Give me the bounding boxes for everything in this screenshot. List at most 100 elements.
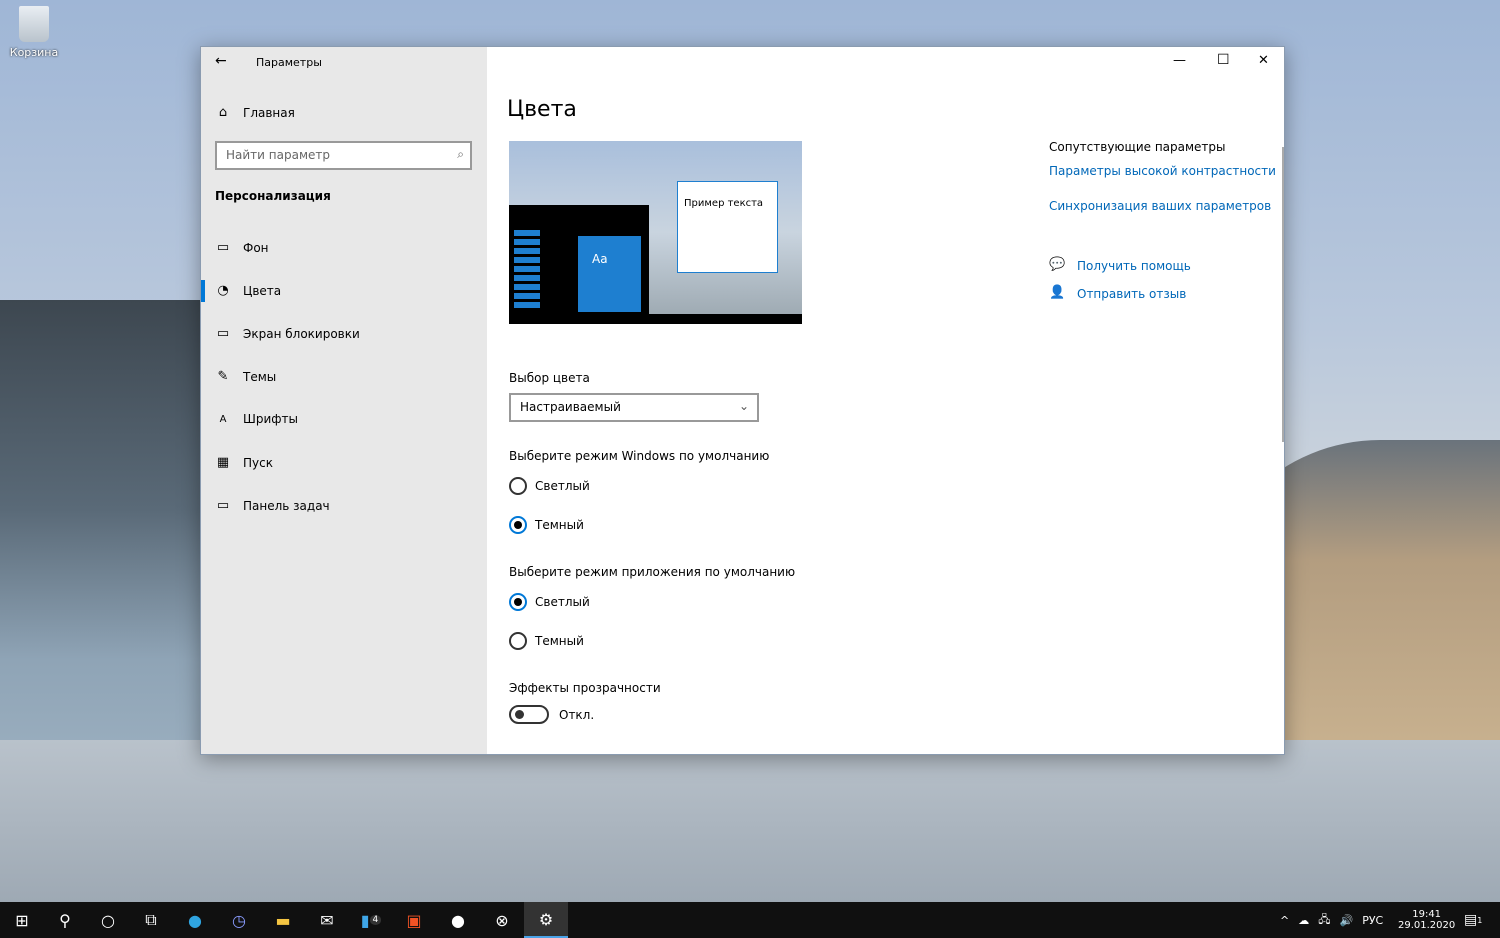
edge-icon[interactable]: ● — [173, 902, 217, 938]
app-mode-light[interactable]: Светлый — [509, 593, 590, 611]
sidebar-item-taskbar[interactable]: ▭ Панель задач — [215, 498, 330, 513]
item-label: Экран блокировки — [243, 326, 360, 341]
preview-start-menu: Aa — [509, 205, 649, 324]
preview-tile: Aa — [577, 235, 642, 313]
high-contrast-link[interactable]: Параметры высокой контрастности — [1049, 164, 1276, 178]
transparency-toggle[interactable] — [509, 705, 549, 724]
feedback-icon: 👤 — [1049, 285, 1066, 300]
sync-settings-link[interactable]: Синхронизация ваших параметров — [1049, 199, 1271, 213]
radio-label: Светлый — [535, 595, 590, 609]
xbox-icon[interactable]: ⊗ — [480, 902, 524, 938]
help-icon: 💬 — [1049, 257, 1066, 272]
sidebar-item-background[interactable]: ▭ Фон — [215, 240, 269, 255]
radio-label: Темный — [535, 518, 584, 532]
app-mode-dark[interactable]: Темный — [509, 632, 584, 650]
lock-screen-icon: ▭ — [216, 326, 230, 341]
notification-center-icon[interactable]: ▤ 1 — [1464, 902, 1482, 938]
recycle-bin[interactable]: Корзина — [8, 6, 60, 59]
fonts-icon: A — [219, 413, 227, 425]
sidebar-item-lock-screen[interactable]: ▭ Экран блокировки — [215, 326, 360, 341]
home-icon: ⌂ — [218, 105, 228, 120]
sidebar-item-themes[interactable]: ✎ Темы — [215, 369, 277, 384]
phone-icon[interactable]: ▮ 4 — [349, 902, 393, 938]
chevron-down-icon: ⌄ — [738, 399, 749, 413]
preview-window: Пример текста — [677, 181, 778, 273]
home-label: Главная — [243, 105, 295, 120]
store-icon[interactable]: ▣ — [392, 902, 436, 938]
preview-start-list — [514, 230, 540, 310]
onedrive-icon[interactable]: ☁ — [1298, 914, 1309, 927]
cortana-button[interactable]: ○ — [86, 902, 130, 938]
system-tray: ^ ☁ 🖧 🔊 РУС — [1280, 902, 1383, 938]
color-choice-label: Выбор цвета — [509, 371, 590, 385]
volume-icon[interactable]: 🔊 — [1339, 914, 1353, 927]
start-icon: ▦ — [216, 455, 230, 470]
image-icon: ▭ — [216, 240, 230, 255]
transparency-value: Откл. — [559, 708, 595, 722]
sidebar: ← Параметры ⌂ Главная Найти параметр ⌕ Пер… — [201, 47, 487, 754]
app-mode-label: Выберите режим приложения по умолчанию — [509, 565, 796, 579]
taskbar-icon: ▭ — [216, 498, 230, 513]
selection-indicator — [201, 280, 205, 302]
recycle-bin-icon — [19, 6, 49, 42]
sidebar-item-colors[interactable]: ◔ Цвета — [215, 283, 281, 298]
get-help-link[interactable]: Получить помощь — [1077, 259, 1191, 273]
windows-mode-dark[interactable]: Темный — [509, 516, 584, 534]
dropdown-value: Настраиваемый — [520, 400, 621, 414]
app-icon[interactable]: ● — [436, 902, 480, 938]
themes-icon: ✎ — [217, 369, 229, 384]
search-icon: ⌕ — [457, 147, 464, 161]
page-title: Цвета — [507, 97, 577, 122]
sidebar-item-fonts[interactable]: A Шрифты — [215, 412, 298, 426]
radio-icon — [509, 477, 527, 495]
time: 19:41 — [1412, 909, 1442, 920]
network-icon[interactable]: 🖧 — [1318, 911, 1330, 930]
windows-mode-label: Выберите режим Windows по умолчанию — [509, 449, 770, 463]
radio-label: Светлый — [535, 479, 590, 493]
back-button[interactable]: ← — [215, 53, 227, 69]
radio-icon — [509, 632, 527, 650]
speedtest-icon[interactable]: ◷ — [217, 902, 261, 938]
notification-count: 1 — [1477, 915, 1483, 925]
minimize-button[interactable]: — — [1173, 53, 1186, 68]
file-explorer-icon[interactable]: ▬ — [261, 902, 305, 938]
settings-taskbar-icon[interactable]: ⚙ — [524, 902, 568, 938]
mail-icon[interactable]: ✉ — [305, 902, 349, 938]
radio-selected-icon — [509, 593, 527, 611]
content-pane: — ☐ ✕ Цвета Aa Пример текста Выбор цвета… — [487, 47, 1284, 754]
sidebar-item-start[interactable]: ▦ Пуск — [215, 455, 273, 470]
chevron-up-icon[interactable]: ^ — [1280, 914, 1289, 927]
radio-selected-icon — [509, 516, 527, 534]
task-view-button[interactable]: ⧉ — [129, 902, 173, 938]
item-label: Пуск — [243, 455, 273, 470]
windows-mode-light[interactable]: Светлый — [509, 477, 590, 495]
toggle-knob — [515, 710, 524, 719]
search-placeholder: Найти параметр — [226, 148, 330, 162]
item-label: Панель задач — [243, 498, 330, 513]
language-indicator[interactable]: РУС — [1362, 914, 1383, 927]
palette-icon: ◔ — [217, 283, 229, 298]
transparency-label: Эффекты прозрачности — [509, 681, 661, 695]
window-title: Параметры — [256, 56, 322, 69]
feedback-link[interactable]: Отправить отзыв — [1077, 287, 1186, 301]
section-title: Персонализация — [215, 189, 331, 203]
preview-text: Пример текста — [684, 198, 764, 209]
related-title: Сопутствующие параметры — [1049, 140, 1226, 154]
item-label: Цвета — [243, 283, 282, 298]
settings-window: ← Параметры ⌂ Главная Найти параметр ⌕ Пер… — [200, 46, 1285, 755]
item-label: Шрифты — [243, 412, 298, 426]
taskbar: ⊞ ⚲ ○ ⧉ ● ◷ ▬ ✉ ▮ 4 ▣ ● ⊗ ⚙ ^ ☁ 🖧 🔊 РУС 1… — [0, 902, 1500, 938]
close-button[interactable]: ✕ — [1258, 53, 1269, 68]
phone-badge: 4 — [369, 915, 382, 925]
scrollbar[interactable] — [1282, 147, 1284, 442]
search-input[interactable]: Найти параметр ⌕ — [215, 141, 472, 170]
theme-preview: Aa Пример текста — [509, 141, 802, 324]
clock[interactable]: 19:41 29.01.2020 — [1398, 902, 1455, 938]
maximize-button[interactable]: ☐ — [1217, 52, 1230, 68]
sidebar-home[interactable]: ⌂ Главная — [215, 105, 295, 120]
wallpaper-water — [0, 740, 1500, 902]
search-button[interactable]: ⚲ — [43, 902, 87, 938]
start-button[interactable]: ⊞ — [0, 902, 44, 938]
radio-label: Темный — [535, 634, 584, 648]
color-choice-dropdown[interactable]: Настраиваемый ⌄ — [509, 393, 759, 422]
